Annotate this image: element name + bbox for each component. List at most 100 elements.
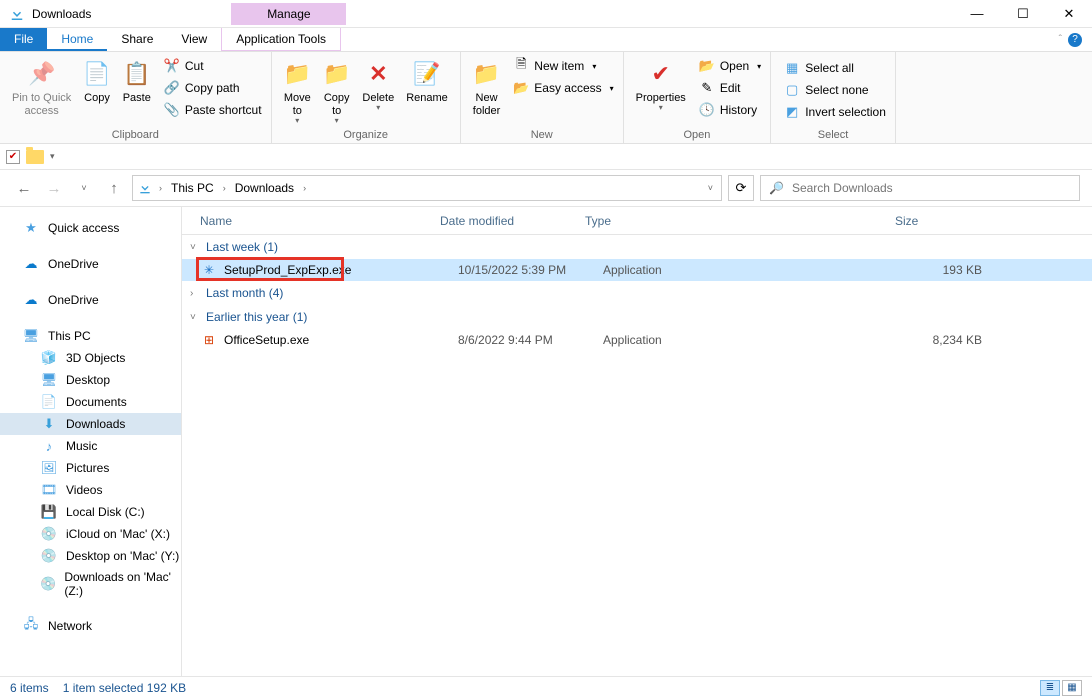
properties-check-icon[interactable]: ✔	[6, 150, 20, 164]
address-dropdown-icon[interactable]: ˅	[704, 183, 717, 193]
edit-button[interactable]: ✎Edit	[696, 78, 764, 98]
file-name: OfficeSetup.exe	[224, 333, 458, 347]
contextual-tab-manage[interactable]: Manage	[231, 3, 346, 25]
easy-access-button[interactable]: 📂Easy access▾	[510, 78, 616, 98]
maximize-button[interactable]: ☐	[1000, 0, 1046, 28]
nav-onedrive[interactable]: ☁OneDrive	[0, 289, 181, 311]
nav-pictures[interactable]: 🖼Pictures	[0, 457, 181, 479]
nav-local-disk-c[interactable]: 💾Local Disk (C:)	[0, 501, 181, 523]
window-title: Downloads	[32, 7, 91, 21]
nav-downloads[interactable]: ⬇Downloads	[0, 413, 181, 435]
new-folder-button[interactable]: 📁 New folder	[467, 56, 507, 120]
minimize-button[interactable]: —	[954, 0, 1000, 28]
path-icon: 🔗	[164, 80, 180, 96]
crumb-separator-icon[interactable]: ›	[157, 183, 164, 193]
move-to-button[interactable]: 📁 Move to ▾	[278, 56, 317, 128]
nav-this-pc[interactable]: 🖥This PC	[0, 325, 181, 347]
nav-onedrive[interactable]: ☁OneDrive	[0, 253, 181, 275]
refresh-button[interactable]: ⟳	[728, 175, 754, 201]
cut-button[interactable]: ✂️Cut	[161, 56, 265, 76]
nav-quick-access[interactable]: ★Quick access	[0, 217, 181, 239]
downloads-icon: ⬇	[40, 416, 58, 432]
group-header[interactable]: ˅Earlier this year (1)	[182, 305, 1092, 329]
delete-button[interactable]: ✕ Delete ▾	[356, 56, 400, 115]
tab-view[interactable]: View	[167, 28, 221, 51]
back-button[interactable]: ←	[12, 176, 36, 200]
dropdown-icon: ▾	[376, 103, 380, 113]
netdrive-icon: 💿	[40, 548, 58, 564]
breadcrumb-this-pc[interactable]: This PC	[168, 181, 217, 195]
main-area: ★Quick access ☁OneDrive ☁OneDrive 🖥This …	[0, 206, 1092, 676]
tab-application-tools[interactable]: Application Tools	[221, 28, 341, 51]
column-type[interactable]: Type	[585, 214, 895, 228]
ribbon: 📌 Pin to Quick access 📄 Copy 📋 Paste ✂️C…	[0, 52, 1092, 144]
pin-to-quick-access-button[interactable]: 📌 Pin to Quick access	[6, 56, 77, 120]
tab-home[interactable]: Home	[47, 28, 107, 51]
file-type: Application	[603, 333, 913, 347]
nav-downloads-z[interactable]: 💿Downloads on 'Mac' (Z:)	[0, 567, 181, 601]
ribbon-collapse-help[interactable]: ˆ ?	[1049, 28, 1092, 51]
search-input[interactable]	[792, 181, 1071, 195]
nav-3d-objects[interactable]: 🧊3D Objects	[0, 347, 181, 369]
paste-shortcut-button[interactable]: 📎Paste shortcut	[161, 100, 265, 120]
nav-desktop[interactable]: 🖥Desktop	[0, 369, 181, 391]
search-box[interactable]: 🔍	[760, 175, 1080, 201]
downloads-arrow-icon	[8, 5, 26, 23]
copy-to-button[interactable]: 📁 Copy to ▾	[317, 56, 356, 128]
file-date: 8/6/2022 9:44 PM	[458, 333, 603, 347]
ribbon-group-organize: 📁 Move to ▾ 📁 Copy to ▾ ✕ Delete ▾ 📝 Ren…	[272, 52, 461, 143]
select-none-button[interactable]: ▢Select none	[781, 80, 889, 100]
pictures-icon: 🖼	[40, 460, 58, 476]
help-icon[interactable]: ?	[1068, 33, 1082, 47]
properties-button[interactable]: ✔ Properties ▾	[630, 56, 692, 115]
up-button[interactable]: ↑	[102, 176, 126, 200]
network-icon: 🖧	[22, 618, 40, 634]
chevron-down-icon: ˅	[190, 242, 202, 253]
nav-icloud-x[interactable]: 💿iCloud on 'Mac' (X:)	[0, 523, 181, 545]
shortcut-icon: 📎	[164, 102, 180, 118]
group-header[interactable]: ›Last month (4)	[182, 281, 1092, 305]
selectall-icon: ▦	[784, 60, 800, 76]
new-item-button[interactable]: 🗎New item▾	[510, 56, 616, 76]
paste-button[interactable]: 📋 Paste	[117, 56, 157, 107]
newitem-icon: 🗎	[513, 58, 529, 74]
crumb-separator-icon[interactable]: ›	[301, 183, 308, 193]
folder-icon[interactable]	[26, 150, 44, 164]
breadcrumb-downloads[interactable]: Downloads	[232, 181, 297, 195]
details-view-button[interactable]: ≣	[1040, 680, 1060, 696]
crumb-separator-icon[interactable]: ›	[221, 183, 228, 193]
tab-file[interactable]: File	[0, 28, 47, 51]
pin-icon: 📌	[28, 58, 55, 90]
address-bar[interactable]: › This PC › Downloads › ˅	[132, 175, 722, 201]
title-bar: Downloads Manage — ☐ ✕	[0, 0, 1092, 28]
star-icon: ★	[22, 220, 40, 236]
file-row[interactable]: ⊞ OfficeSetup.exe 8/6/2022 9:44 PM Appli…	[182, 329, 1092, 351]
close-button[interactable]: ✕	[1046, 0, 1092, 28]
select-all-button[interactable]: ▦Select all	[781, 58, 889, 78]
column-size[interactable]: Size	[895, 214, 1092, 228]
history-button[interactable]: 🕓History	[696, 100, 764, 120]
qat-dropdown-icon[interactable]: ▾	[50, 151, 55, 162]
nav-music[interactable]: ♪Music	[0, 435, 181, 457]
nav-videos[interactable]: 🎞Videos	[0, 479, 181, 501]
invert-selection-button[interactable]: ◩Invert selection	[781, 102, 889, 122]
copy-icon: 📄	[83, 58, 110, 90]
ribbon-group-open: ✔ Properties ▾ 📂Open▾ ✎Edit 🕓History Ope…	[624, 52, 772, 143]
nav-documents[interactable]: 📄Documents	[0, 391, 181, 413]
nav-network[interactable]: 🖧Network	[0, 615, 181, 637]
forward-button[interactable]: →	[42, 176, 66, 200]
group-header[interactable]: ˅Last week (1)	[182, 235, 1092, 259]
thumbnails-view-button[interactable]: ▦	[1062, 680, 1082, 696]
column-date[interactable]: Date modified	[440, 214, 585, 228]
copy-path-button[interactable]: 🔗Copy path	[161, 78, 265, 98]
open-button[interactable]: 📂Open▾	[696, 56, 764, 76]
copy-button[interactable]: 📄 Copy	[77, 56, 116, 107]
file-row[interactable]: ✳ SetupProd_ExpExp.exe 10/15/2022 5:39 P…	[182, 259, 1092, 281]
nav-desktop-y[interactable]: 💿Desktop on 'Mac' (Y:)	[0, 545, 181, 567]
rename-button[interactable]: 📝 Rename	[400, 56, 454, 107]
column-name[interactable]: Name	[200, 214, 440, 228]
documents-icon: 📄	[40, 394, 58, 410]
selectnone-icon: ▢	[784, 82, 800, 98]
recent-locations-button[interactable]: ˅	[72, 176, 96, 200]
tab-share[interactable]: Share	[107, 28, 167, 51]
